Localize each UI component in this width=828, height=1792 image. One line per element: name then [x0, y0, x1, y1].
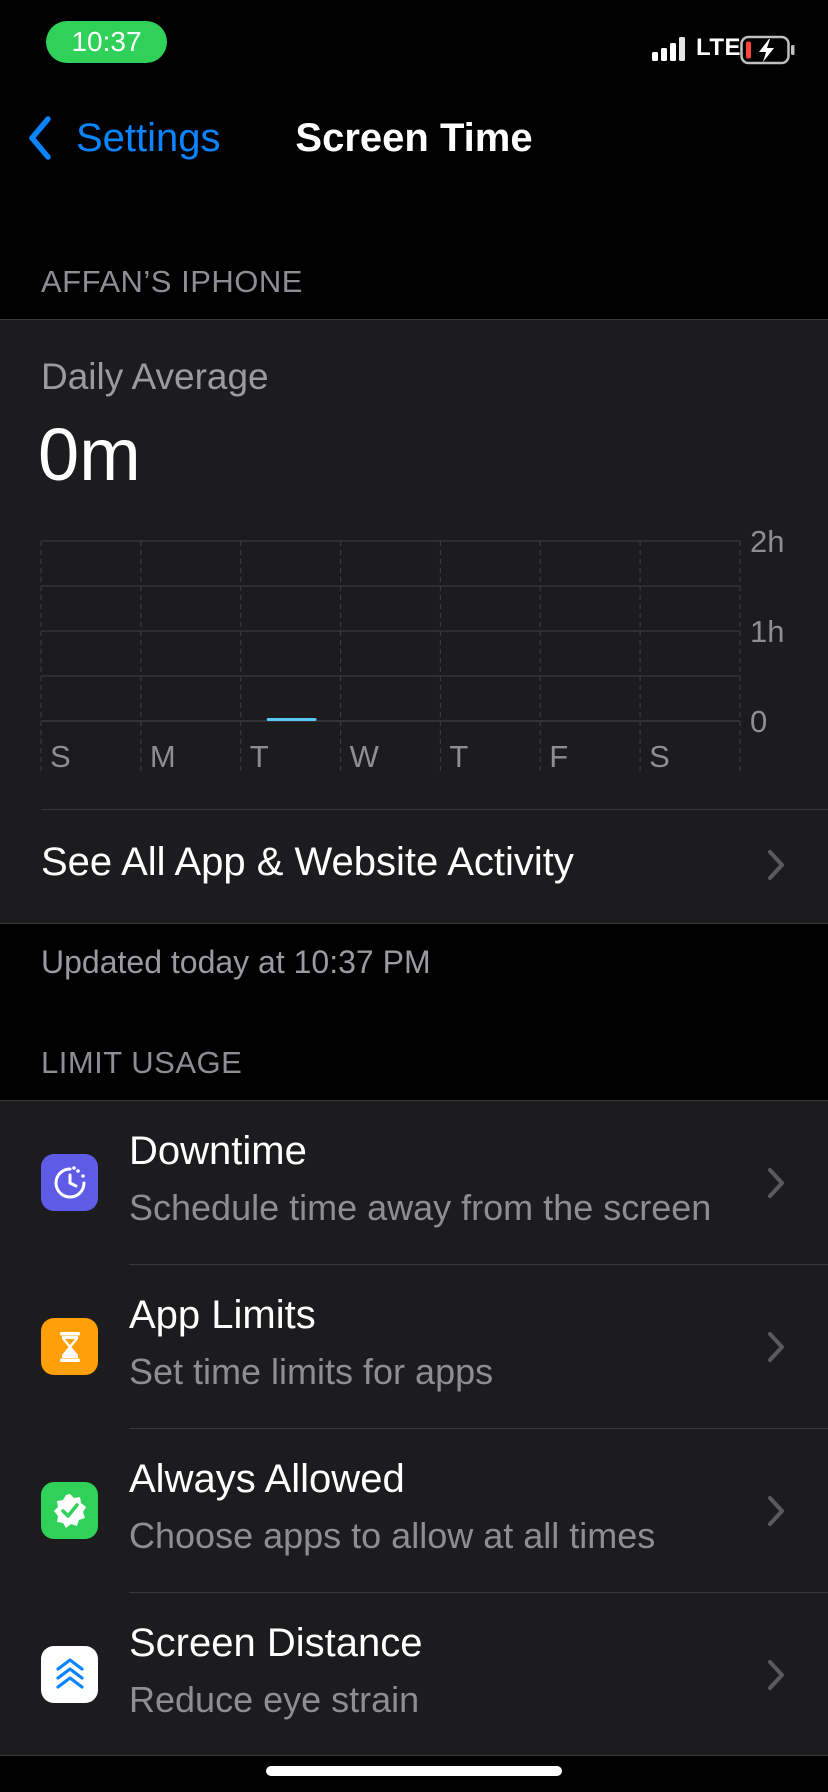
- chevrons-up-icon: [41, 1646, 98, 1703]
- list-item-title: App Limits: [129, 1293, 316, 1337]
- page-title: Screen Time: [295, 116, 533, 160]
- x-tick-label: T: [449, 739, 468, 774]
- list-item-title: Screen Distance: [129, 1621, 423, 1665]
- x-tick-label: M: [150, 739, 176, 774]
- battery-charging-icon: [740, 35, 795, 65]
- y-tick-label: 0: [750, 704, 767, 739]
- list-item-app-limits[interactable]: App Limits Set time limits for apps: [0, 1265, 828, 1429]
- updated-timestamp: Updated today at 10:37 PM: [41, 944, 431, 980]
- checkmark-seal-icon: [41, 1482, 98, 1539]
- list-item-title: Always Allowed: [129, 1457, 405, 1501]
- chevron-right-icon: [768, 1168, 784, 1198]
- x-tick-label: T: [250, 739, 269, 774]
- x-tick-label: W: [350, 739, 380, 774]
- see-all-activity-row[interactable]: See All App & Website Activity: [0, 810, 828, 920]
- x-tick-label: S: [50, 739, 71, 774]
- status-bar: 10:37 LTE: [0, 0, 828, 90]
- limit-usage-list: Downtime Schedule time away from the scr…: [0, 1100, 828, 1756]
- list-item-screen-distance[interactable]: Screen Distance Reduce eye strain: [0, 1593, 828, 1757]
- y-tick-label: 2h: [750, 524, 784, 559]
- usage-chart[interactable]: 2h 1h 0 S M T W T F S: [0, 320, 828, 780]
- list-item-downtime[interactable]: Downtime Schedule time away from the scr…: [0, 1101, 828, 1265]
- see-all-activity-label: See All App & Website Activity: [41, 840, 574, 884]
- list-item-always-allowed[interactable]: Always Allowed Choose apps to allow at a…: [0, 1429, 828, 1593]
- downtime-icon: [41, 1154, 98, 1211]
- x-tick-label: S: [649, 739, 670, 774]
- chevron-right-icon: [768, 850, 784, 880]
- chevron-right-icon: [768, 1332, 784, 1362]
- daily-average-card: Daily Average 0m 2h 1h 0 S M T W T F S See All Ap…: [0, 319, 828, 924]
- list-item-subtitle: Choose apps to allow at all times: [129, 1515, 656, 1556]
- chevron-right-icon: [768, 1496, 784, 1526]
- list-item-subtitle: Reduce eye strain: [129, 1679, 420, 1720]
- chevron-right-icon: [768, 1660, 784, 1690]
- limit-usage-header: LIMIT USAGE: [41, 1045, 243, 1080]
- hourglass-icon: [41, 1318, 98, 1375]
- chart-bar: [266, 718, 317, 721]
- signal-bars-icon: [652, 37, 685, 61]
- device-section-header: AFFAN’S IPHONE: [41, 264, 303, 299]
- list-item-title: Downtime: [129, 1129, 307, 1173]
- x-tick-label: F: [549, 739, 568, 774]
- home-indicator[interactable]: [266, 1766, 562, 1776]
- network-label: LTE: [696, 34, 742, 61]
- y-tick-label: 1h: [750, 614, 784, 649]
- list-item-subtitle: Schedule time away from the screen: [129, 1187, 712, 1228]
- status-time[interactable]: 10:37: [46, 21, 167, 63]
- list-item-subtitle: Set time limits for apps: [129, 1351, 494, 1392]
